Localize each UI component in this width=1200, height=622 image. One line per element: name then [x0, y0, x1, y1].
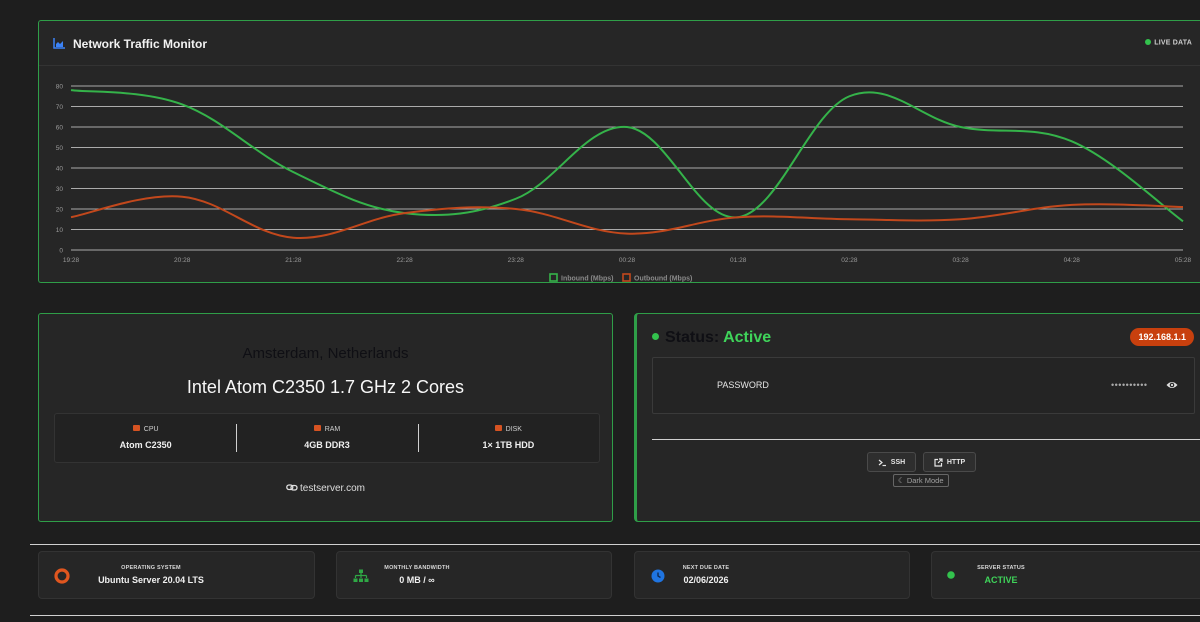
y-tick-label: 10 — [56, 227, 64, 234]
y-tick-label: 30 — [56, 186, 64, 193]
x-tick-label: 21:28 — [285, 257, 302, 264]
cpu-icon — [132, 425, 140, 431]
x-tick-label: 03:28 — [952, 257, 969, 264]
card-value: 0 MB / ∞ — [399, 575, 435, 585]
terminal-icon — [878, 459, 886, 466]
spec-label: RAM — [324, 426, 341, 433]
status-dot-icon — [947, 571, 955, 579]
y-tick-label: 80 — [56, 84, 64, 91]
clock-icon — [651, 569, 665, 583]
chart-header: Network Traffic Monitor LIVE DATA — [39, 21, 1200, 66]
spec-value: 4GB DDR3 — [304, 440, 350, 450]
card-label: SERVER STATUS — [977, 565, 1025, 571]
spec-ram: RAM 4GB DDR3 — [236, 414, 417, 462]
password-box: PASSWORD •••••••••• — [652, 357, 1195, 414]
x-tick-label: 20:28 — [174, 257, 191, 264]
spec-cpu: CPU Atom C2350 — [55, 414, 236, 462]
x-tick-label: 22:28 — [396, 257, 413, 264]
legend-label: Outbound (Mbps) — [634, 276, 692, 283]
x-tick-label: 00:28 — [619, 257, 636, 264]
y-tick-label: 70 — [56, 104, 64, 111]
spec-disk: DISK 1× 1TB HDD — [417, 414, 599, 462]
os-card: OPERATING SYSTEM Ubuntu Server 20.04 LTS — [38, 551, 315, 599]
ssh-button[interactable]: SSH — [867, 452, 916, 472]
status-heading: Status: Active — [652, 329, 771, 347]
os-ring-icon — [54, 568, 70, 584]
server-location: Amsterdam, Netherlands — [242, 345, 409, 362]
legend-swatch — [622, 273, 631, 282]
spec-value: Atom C2350 — [119, 440, 172, 450]
card-label: OPERATING SYSTEM — [121, 565, 181, 571]
live-dot-icon — [1145, 39, 1152, 45]
section-divider — [30, 544, 1200, 545]
y-tick-label: 40 — [56, 166, 64, 173]
y-tick-label: 50 — [56, 145, 64, 152]
traffic-line-chart: 0 10 20 30 40 50 60 70 80 19:28 20:28 21:28 22:28 23:… — [56, 84, 1192, 283]
network-icon — [353, 569, 369, 582]
card-value: 02/06/2026 — [683, 575, 729, 585]
x-tick-label: 23:28 — [508, 257, 525, 264]
disk-icon — [494, 425, 502, 431]
card-label: NEXT DUE DATE — [682, 565, 730, 571]
card-value: ACTIVE — [984, 575, 1018, 585]
x-tick-label: 01:28 — [730, 257, 747, 264]
chart-title: Network Traffic Monitor — [73, 37, 208, 51]
ip-address-badge: 192.168.1.1 — [1130, 328, 1194, 346]
spec-label: CPU — [143, 426, 159, 433]
link-icon — [286, 484, 298, 491]
website-link[interactable]: testserver.com — [39, 483, 612, 494]
inbound-series-line — [70, 89, 1184, 223]
x-tick-label: 04:28 — [1064, 257, 1081, 264]
spec-label: DISK — [505, 426, 522, 433]
legend-label: Inbound (Mbps) — [561, 276, 613, 283]
status-dot-icon — [652, 333, 659, 340]
status-value: Active — [723, 329, 772, 346]
cpu-title: Intel Atom C2350 1.7 GHz 2 Cores — [186, 377, 465, 397]
network-traffic-panel: Network Traffic Monitor LIVE DATA 0 10 20 3… — [38, 20, 1200, 283]
moon-icon: ☾ — [898, 476, 905, 485]
y-tick-label: 20 — [56, 207, 64, 214]
y-tick-label: 60 — [56, 125, 64, 132]
password-label: PASSWORD — [717, 380, 769, 390]
chart-area-icon — [53, 38, 65, 49]
eye-icon[interactable] — [1166, 380, 1178, 390]
section-divider — [30, 615, 1200, 616]
status-divider — [652, 439, 1200, 440]
ssh-label: SSH — [890, 458, 906, 466]
x-tick-label: 05:28 — [1175, 257, 1192, 264]
live-data-indicator: LIVE DATA — [1145, 39, 1192, 47]
spec-row: CPU Atom C2350 RAM 4GB DDR3 DISK 1× 1TB … — [54, 413, 600, 463]
due-date-card: NEXT DUE DATE 02/06/2026 — [634, 551, 910, 599]
ram-icon — [313, 425, 321, 431]
spec-value: 1× 1TB HDD — [482, 440, 535, 450]
dark-mode-label: Dark Mode — [906, 476, 944, 485]
legend-swatch — [549, 273, 558, 282]
card-label: MONTHLY BANDWIDTH — [384, 565, 450, 571]
http-button[interactable]: HTTP — [923, 452, 976, 472]
x-tick-label: 19:28 — [63, 257, 80, 264]
x-tick-label: 02:28 — [841, 257, 858, 264]
card-value: Ubuntu Server 20.04 LTS — [98, 575, 204, 585]
dark-mode-toggle[interactable]: ☾ Dark Mode — [893, 474, 949, 487]
http-label: HTTP — [946, 458, 966, 466]
bandwidth-card: MONTHLY BANDWIDTH 0 MB / ∞ — [336, 551, 612, 599]
website-text: testserver.com — [299, 483, 366, 494]
live-data-label: LIVE DATA — [1154, 39, 1192, 47]
y-tick-label: 0 — [59, 248, 63, 255]
status-label: Status: — [665, 329, 720, 346]
server-status-card: SERVER STATUS ACTIVE — [931, 551, 1200, 599]
password-mask: •••••••••• — [1111, 380, 1148, 390]
external-link-icon — [934, 457, 943, 467]
outbound-series-line — [70, 195, 1184, 239]
server-info-panel: Amsterdam, Netherlands Intel Atom C2350 … — [38, 313, 613, 522]
server-status-panel: Status: Active 192.168.1.1 PASSWORD ••••… — [634, 313, 1200, 522]
